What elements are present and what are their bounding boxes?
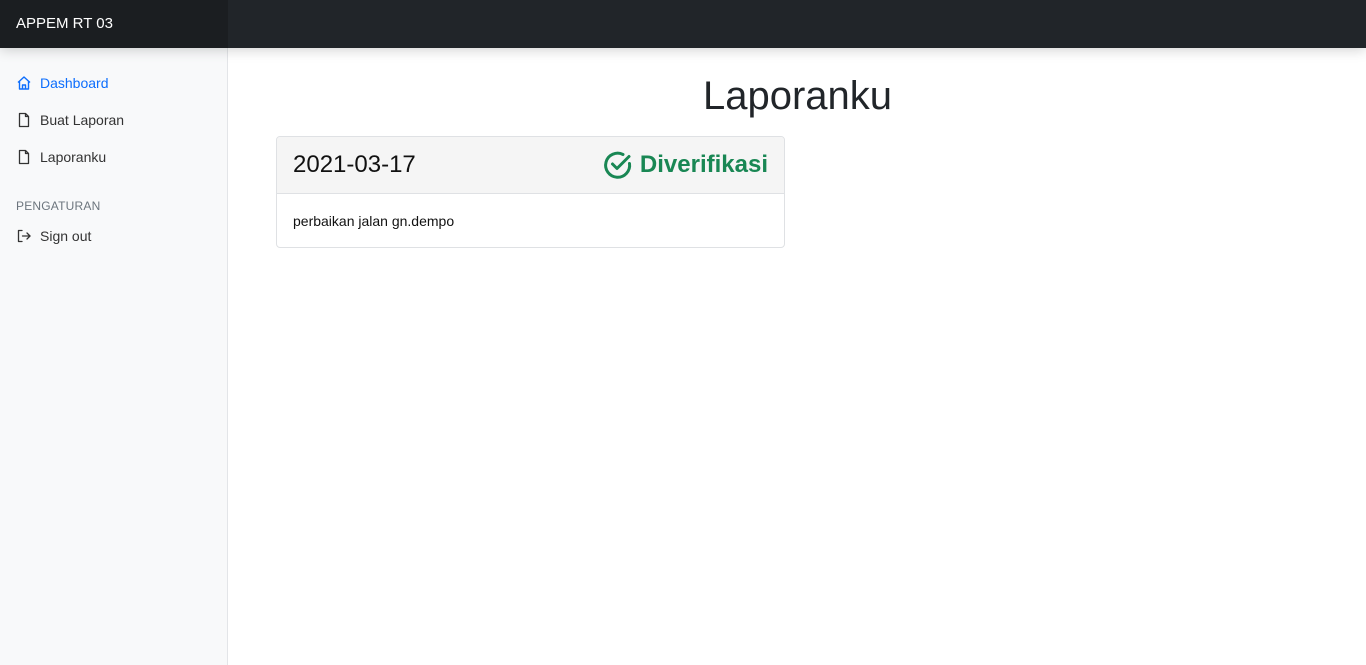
- brand-name[interactable]: APPEM RT 03: [0, 0, 228, 48]
- sidebar-item-laporanku[interactable]: Laporanku: [16, 146, 106, 168]
- status-badge: Diverifikasi: [602, 149, 768, 181]
- sidebar-item-label: Buat Laporan: [40, 112, 125, 128]
- report-card: 2021-03-17 Diverifikasi perbaikan jalan …: [276, 136, 785, 248]
- report-description: perbaikan jalan gn.dempo: [293, 213, 455, 229]
- sign-out-icon: [17, 229, 31, 243]
- sidebar-item-label: Laporanku: [40, 149, 107, 165]
- status-label: Diverifikasi: [639, 151, 768, 178]
- check-circle-icon: [604, 151, 632, 179]
- sidebar-item-label: Sign out: [40, 228, 92, 244]
- report-date: 2021-03-17: [293, 151, 416, 178]
- main-content: Laporanku 2021-03-17 Diverifikasi perbai…: [229, 48, 1366, 665]
- file-icon: [18, 112, 30, 128]
- page-title: Laporanku: [702, 74, 893, 118]
- sidebar-item-label: Dashboard: [40, 75, 109, 91]
- home-icon: [17, 76, 31, 90]
- sidebar-item-sign-out[interactable]: Sign out: [16, 225, 91, 247]
- report-card-header: 2021-03-17 Diverifikasi: [277, 137, 784, 194]
- sidebar-section-title: PENGATURAN: [16, 199, 101, 213]
- sidebar-item-buat-laporan[interactable]: Buat Laporan: [16, 109, 124, 131]
- top-navbar: APPEM RT 03: [0, 0, 1366, 48]
- sidebar-item-dashboard[interactable]: Dashboard: [16, 72, 109, 94]
- sidebar: Dashboard Buat Laporan Laporanku PENGATU…: [0, 48, 228, 665]
- file-icon: [18, 149, 30, 165]
